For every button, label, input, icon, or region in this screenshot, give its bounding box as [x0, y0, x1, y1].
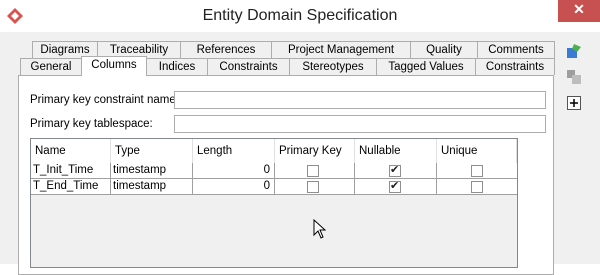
tab-stereotypes[interactable]: Stereotypes [289, 58, 377, 75]
header-name[interactable]: Name [31, 139, 111, 163]
constraint-icon[interactable] [566, 69, 582, 85]
header-type[interactable]: Type [111, 139, 193, 163]
cell-name[interactable]: T_End_Time [31, 179, 111, 195]
table-row[interactable]: T_Init_Time timestamp 0 [31, 163, 517, 179]
tab-label: Stereotypes [302, 61, 364, 73]
title-bar: Entity Domain Specification ✕ [0, 0, 600, 32]
primary-key-checkbox[interactable] [307, 181, 319, 193]
tab-label: Comments [488, 44, 544, 56]
tab-indices[interactable]: Indices [146, 58, 208, 75]
tab-general[interactable]: General [20, 58, 82, 75]
header-primary-key[interactable]: Primary Key [275, 139, 355, 163]
add-icon[interactable] [566, 95, 582, 111]
add-stereotype-icon[interactable] [566, 43, 582, 59]
tab-constraints[interactable]: Constraints [207, 58, 290, 75]
tab-label: Traceability [109, 44, 169, 56]
cell-primary-key [275, 163, 355, 179]
cell-primary-key [275, 179, 355, 195]
header-unique[interactable]: Unique [437, 139, 517, 163]
pk-tablespace-input[interactable] [174, 115, 546, 133]
tab-columns[interactable]: Columns [81, 56, 147, 76]
cell-type[interactable]: timestamp [111, 163, 193, 179]
tab-label: Tagged Values [388, 61, 464, 73]
cell-nullable [355, 179, 437, 195]
header-length[interactable]: Length [193, 139, 275, 163]
cell-length[interactable]: 0 [193, 163, 275, 179]
nullable-checkbox[interactable] [389, 179, 401, 194]
tab-tagged-values[interactable]: Tagged Values [376, 58, 476, 75]
cell-unique [437, 179, 517, 195]
window-title: Entity Domain Specification [202, 7, 398, 24]
cell-unique [437, 163, 517, 179]
tab-constraints-2[interactable]: Constraints [475, 58, 555, 75]
tab-label: References [196, 44, 256, 56]
tab-label: Project Management [287, 44, 395, 56]
tab-comments[interactable]: Comments [477, 41, 555, 58]
columns-table[interactable]: Name Type Length Primary Key Nullable Un… [30, 138, 518, 268]
tab-quality[interactable]: Quality [410, 41, 478, 58]
cell-name[interactable]: T_Init_Time [31, 163, 111, 179]
tab-references[interactable]: References [180, 41, 272, 58]
mouse-cursor-icon [313, 219, 327, 239]
tab-label: Quality [426, 44, 462, 56]
tab-label: General [30, 61, 72, 73]
pk-constraint-input[interactable] [174, 91, 546, 109]
table-header: Name Type Length Primary Key Nullable Un… [31, 139, 517, 164]
nullable-checkbox[interactable] [389, 163, 401, 178]
header-nullable[interactable]: Nullable [355, 139, 437, 163]
cell-length[interactable]: 0 [193, 179, 275, 195]
tab-label: Diagrams [40, 44, 90, 56]
tab-label: Constraints [485, 61, 545, 73]
unique-checkbox[interactable] [471, 165, 483, 177]
close-icon: ✕ [573, 1, 585, 17]
cell-nullable [355, 163, 437, 179]
close-button[interactable]: ✕ [558, 0, 600, 22]
cell-type[interactable]: timestamp [111, 179, 193, 195]
unique-checkbox[interactable] [471, 181, 483, 193]
pk-constraint-label: Primary key constraint name: [30, 94, 179, 106]
tab-label: Columns [91, 59, 137, 71]
primary-key-checkbox[interactable] [307, 165, 319, 177]
tab-label: Indices [158, 61, 196, 73]
tab-label: Constraints [219, 61, 278, 73]
tab-project-management[interactable]: Project Management [271, 41, 411, 58]
pk-tablespace-label: Primary key tablespace: [30, 118, 153, 130]
table-row[interactable]: T_End_Time timestamp 0 [31, 179, 517, 195]
